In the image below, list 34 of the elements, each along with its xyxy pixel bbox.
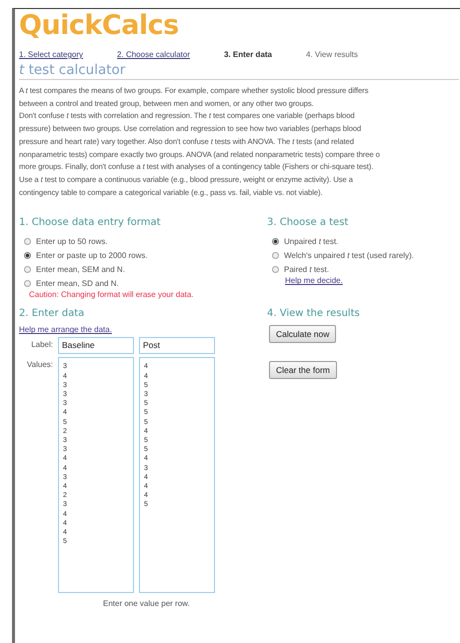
action-button[interactable]: Clear the form <box>269 361 337 380</box>
section-heading: 3. Choose a test <box>267 217 348 228</box>
section-heading: 4. View the results <box>267 308 360 320</box>
step-label: 4. View results <box>306 50 358 59</box>
page-title: t test calculator <box>19 62 459 80</box>
help-link[interactable]: Help me arrange the data. <box>19 325 112 334</box>
option-label: Paired t test. <box>284 264 329 274</box>
radio-button[interactable] <box>24 238 31 245</box>
option-label: Enter or paste up to 2000 rows. <box>36 250 148 260</box>
help-link[interactable]: Help me decide. <box>285 276 343 286</box>
step-link[interactable]: 1. Select category <box>19 50 84 59</box>
logo: QuickCalcs <box>19 9 179 43</box>
field-caption: Values: <box>26 359 53 372</box>
option-label: Enter mean, SD and N. <box>36 278 119 288</box>
action-button[interactable]: Calculate now <box>269 325 336 344</box>
hint-text: Enter one value per row. <box>103 599 190 608</box>
label-input[interactable]: Post <box>139 337 215 354</box>
label-input[interactable]: Baseline <box>58 337 134 354</box>
option-label: Enter mean, SEM and N. <box>36 264 125 274</box>
radio-button[interactable] <box>24 252 31 259</box>
section-heading: 1. Choose data entry format <box>19 217 161 228</box>
option-label: Welch's unpaired t test (used rarely). <box>284 250 414 260</box>
radio-button[interactable] <box>272 238 279 245</box>
option-label: Enter up to 50 rows. <box>36 236 108 246</box>
radio-button[interactable] <box>272 252 279 259</box>
radio-button[interactable] <box>24 280 31 287</box>
caution-text: Caution: Changing format will erase your data. <box>29 290 194 300</box>
radio-button[interactable] <box>272 266 279 273</box>
radio-button[interactable] <box>24 266 31 273</box>
field-caption: Label: <box>30 339 53 352</box>
step-link[interactable]: 2. Choose calculator <box>117 50 190 59</box>
section-heading: 2. Enter data <box>19 308 84 320</box>
step-label: 3. Enter data <box>224 50 272 59</box>
option-label: Unpaired t test. <box>284 236 338 246</box>
